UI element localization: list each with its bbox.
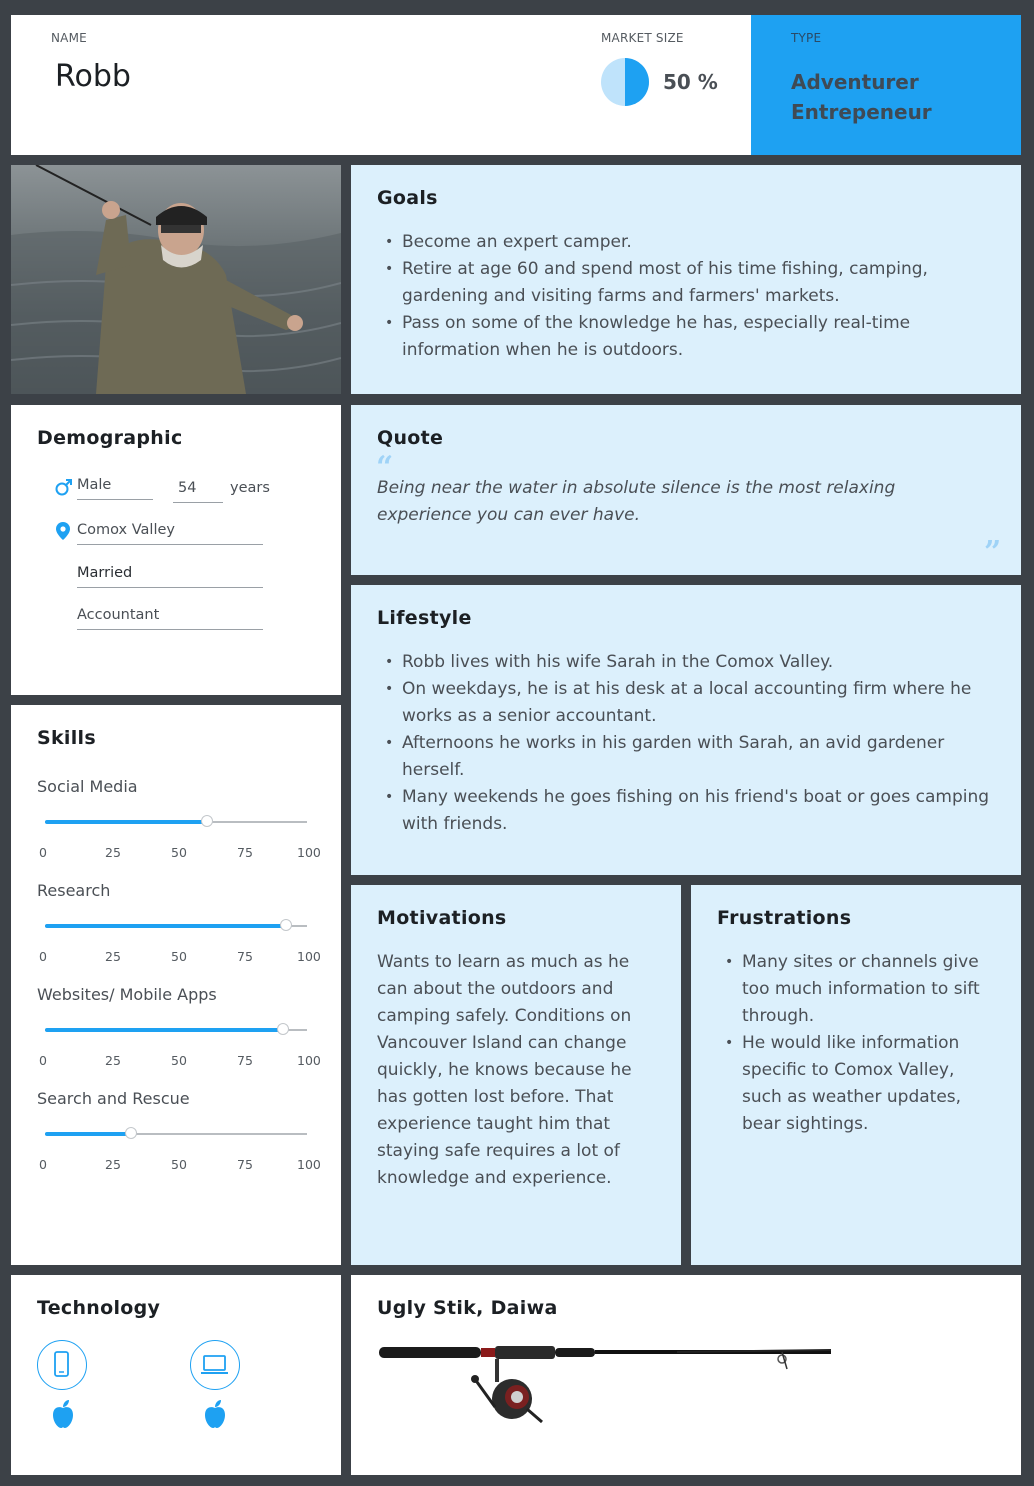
- scale-tick-label: 100: [297, 1157, 321, 1172]
- technology-title: Technology: [37, 1297, 161, 1319]
- skill-slider[interactable]: [45, 1023, 307, 1035]
- lifestyle-card: Lifestyle Robb lives with his wife Sarah…: [351, 585, 1021, 875]
- scale-tick-label: 75: [237, 1157, 253, 1172]
- list-item: Robb lives with his wife Sarah in the Co…: [377, 649, 997, 676]
- list-item: Pass on some of the knowledge he has, es…: [377, 310, 997, 364]
- laptop-icon: [190, 1340, 240, 1390]
- male-icon: [55, 478, 73, 496]
- list-item: Retire at age 60 and spend most of his t…: [377, 256, 997, 310]
- location-field[interactable]: Comox Valley: [77, 522, 263, 545]
- scale-tick-label: 100: [297, 949, 321, 964]
- scale-tick-label: 0: [39, 845, 47, 860]
- lifestyle-list: Robb lives with his wife Sarah in the Co…: [377, 649, 997, 838]
- persona-name: Robb: [55, 59, 131, 94]
- skill-slider-thumb[interactable]: [277, 1023, 290, 1035]
- fishing-rod-image: [377, 1337, 833, 1427]
- scale-tick-label: 25: [105, 1157, 121, 1172]
- skill-slider[interactable]: [45, 919, 307, 931]
- market-size-label: MARKET SIZE: [601, 31, 684, 45]
- list-item: Many sites or channels give too much inf…: [717, 949, 997, 1030]
- scale-tick-label: 0: [39, 1157, 47, 1172]
- frustrations-title: Frustrations: [717, 907, 852, 929]
- scale-tick-label: 75: [237, 845, 253, 860]
- scale-tick-label: 0: [39, 1053, 47, 1068]
- scale-tick-label: 25: [105, 949, 121, 964]
- close-quote-icon: ”: [984, 535, 1002, 570]
- goals-card: Goals Become an expert camper. Retire at…: [351, 165, 1021, 394]
- skill-label: Research: [37, 881, 111, 900]
- gender-field[interactable]: Male: [77, 477, 153, 500]
- skill-slider-thumb[interactable]: [125, 1127, 138, 1139]
- motivations-card: Motivations Wants to learn as much as he…: [351, 885, 681, 1265]
- list-item: Become an expert camper.: [377, 229, 997, 256]
- quote-title: Quote: [377, 427, 444, 449]
- frustrations-list: Many sites or channels give too much inf…: [717, 949, 997, 1138]
- scale-tick-label: 25: [105, 845, 121, 860]
- skill-label: Social Media: [37, 777, 138, 796]
- name-label: NAME: [51, 31, 87, 45]
- skill-label: Websites/ Mobile Apps: [37, 985, 217, 1004]
- persona-photo: [11, 165, 341, 394]
- list-item: Many weekends he goes fishing on his fri…: [377, 784, 997, 838]
- skill-slider-thumb[interactable]: [201, 815, 214, 827]
- age-unit-label: years: [230, 480, 270, 496]
- skill-slider-fill: [45, 924, 287, 928]
- scale-tick-label: 75: [237, 949, 253, 964]
- skills-title: Skills: [37, 727, 96, 749]
- skill-slider-fill: [45, 1132, 132, 1136]
- type-line-2: Entrepeneur: [791, 100, 932, 124]
- apple-icon: [51, 1399, 75, 1429]
- scale-tick-label: 50: [171, 845, 187, 860]
- scale-tick-label: 75: [237, 1053, 253, 1068]
- apple-icon: [203, 1399, 227, 1429]
- brand-title: Ugly Stik, Daiwa: [377, 1297, 558, 1319]
- skill-slider-fill: [45, 1028, 284, 1032]
- motivations-title: Motivations: [377, 907, 507, 929]
- skill-label: Search and Rescue: [37, 1089, 190, 1108]
- list-item: He would like information specific to Co…: [717, 1030, 997, 1138]
- skills-card: Skills Social Media 0 25 50 75 100 Research 0 25…: [11, 705, 341, 1265]
- type-line-1: Adventurer: [791, 70, 919, 94]
- occupation-field[interactable]: Accountant: [77, 607, 263, 630]
- phone-icon: [37, 1340, 87, 1390]
- header-card: NAME Robb MARKET SIZE 50 %: [11, 15, 751, 155]
- quote-card: Quote “ Being near the water in absolute…: [351, 405, 1021, 575]
- skill-slider-thumb[interactable]: [280, 919, 293, 931]
- skill-slider[interactable]: [45, 1127, 307, 1139]
- scale-tick-label: 0: [39, 949, 47, 964]
- type-card: TYPE Adventurer Entrepeneur: [751, 15, 1021, 155]
- frustrations-card: Frustrations Many sites or channels give…: [691, 885, 1021, 1265]
- scale-tick-label: 100: [297, 1053, 321, 1068]
- motivations-text: Wants to learn as much as he can about t…: [377, 952, 632, 1188]
- lifestyle-title: Lifestyle: [377, 607, 472, 629]
- technology-card: Technology: [11, 1275, 341, 1475]
- scale-tick-label: 50: [171, 1053, 187, 1068]
- market-size-value: 50 %: [663, 70, 718, 94]
- list-item: On weekdays, he is at his desk at a loca…: [377, 676, 997, 730]
- scale-tick-label: 100: [297, 845, 321, 860]
- demographic-title: Demographic: [37, 427, 183, 449]
- age-field[interactable]: 54: [173, 480, 223, 503]
- skill-slider-fill: [45, 820, 208, 824]
- marital-status-field[interactable]: Married: [77, 565, 263, 588]
- goals-title: Goals: [377, 187, 438, 209]
- scale-tick-label: 50: [171, 1157, 187, 1172]
- type-label: TYPE: [791, 31, 822, 45]
- location-pin-icon: [56, 522, 70, 540]
- skill-slider[interactable]: [45, 815, 307, 827]
- list-item: Afternoons he works in his garden with S…: [377, 730, 997, 784]
- scale-tick-label: 25: [105, 1053, 121, 1068]
- quote-text: Being near the water in absolute silence…: [377, 478, 896, 525]
- brand-card: Ugly Stik, Daiwa: [351, 1275, 1021, 1475]
- scale-tick-label: 50: [171, 949, 187, 964]
- demographic-card: Demographic Male 54 years Comox Valley M…: [11, 405, 341, 695]
- market-size-pie-icon: [601, 58, 649, 106]
- goals-list: Become an expert camper. Retire at age 6…: [377, 229, 997, 364]
